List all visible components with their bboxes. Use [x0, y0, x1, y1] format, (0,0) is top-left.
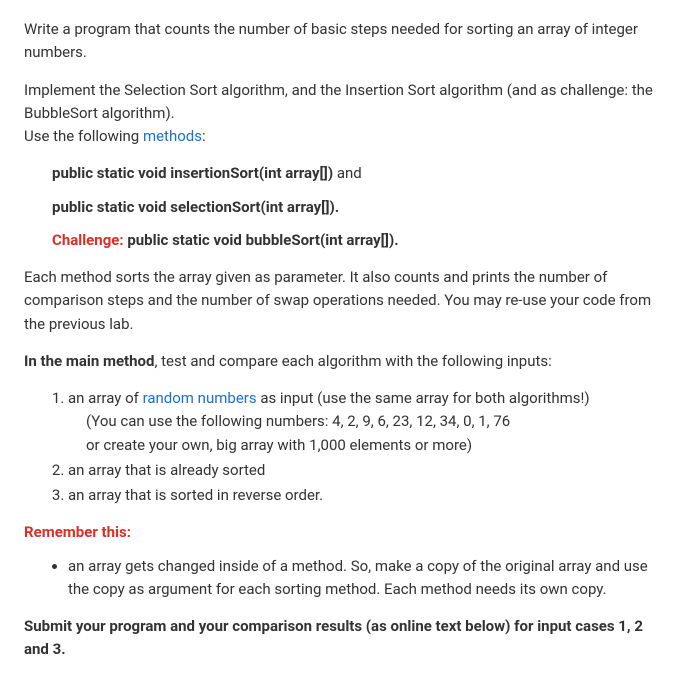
use-following-suffix: :	[202, 127, 206, 145]
signature-bubble-sort: Challenge: public static void bubbleSort…	[52, 229, 658, 252]
li1-note-2: or create your own, big array with 1,000…	[68, 434, 658, 457]
li1-note-1: (You can use the following numbers: 4, 2…	[68, 410, 658, 433]
random-numbers-link[interactable]: random numbers	[143, 389, 257, 407]
signature-selection-sort: public static void selectionSort(int arr…	[52, 196, 658, 219]
signature-insertion-text: public static void insertionSort(int arr…	[52, 164, 333, 182]
input-cases-list: an array of random numbers as input (use…	[24, 387, 658, 507]
intro-implement-text: Implement the Selection Sort algorithm, …	[24, 81, 653, 122]
signature-bubble-text: public static void bubbleSort(int array[…	[124, 231, 399, 249]
remember-bullets: an array gets changed inside of a method…	[24, 555, 658, 602]
list-item: an array that is already sorted	[68, 459, 658, 482]
main-method-paragraph: In the main method, test and compare eac…	[24, 350, 658, 373]
method-signatures-block: public static void insertionSort(int arr…	[24, 162, 658, 252]
submit-paragraph: Submit your program and your comparison …	[24, 615, 658, 662]
each-method-paragraph: Each method sorts the array given as par…	[24, 266, 658, 336]
remember-label: Remember this:	[24, 521, 658, 544]
main-method-label: In the main method	[24, 352, 154, 370]
challenge-label: Challenge:	[52, 231, 124, 249]
list-item: an array that is sorted in reverse order…	[68, 484, 658, 507]
li1-prefix: an array of	[68, 389, 143, 407]
signature-insertion-suffix: and	[333, 164, 362, 182]
main-method-rest: , test and compare each algorithm with t…	[154, 352, 551, 370]
list-item: an array gets changed inside of a method…	[68, 555, 658, 602]
intro-paragraph-1: Write a program that counts the number o…	[24, 18, 658, 65]
li1-suffix: as input (use the same array for both al…	[257, 389, 590, 407]
signature-insertion-sort: public static void insertionSort(int arr…	[52, 162, 658, 185]
use-following-prefix: Use the following	[24, 127, 143, 145]
list-item: an array of random numbers as input (use…	[68, 387, 658, 457]
intro-paragraph-2: Implement the Selection Sort algorithm, …	[24, 79, 658, 149]
methods-link[interactable]: methods	[143, 127, 202, 145]
